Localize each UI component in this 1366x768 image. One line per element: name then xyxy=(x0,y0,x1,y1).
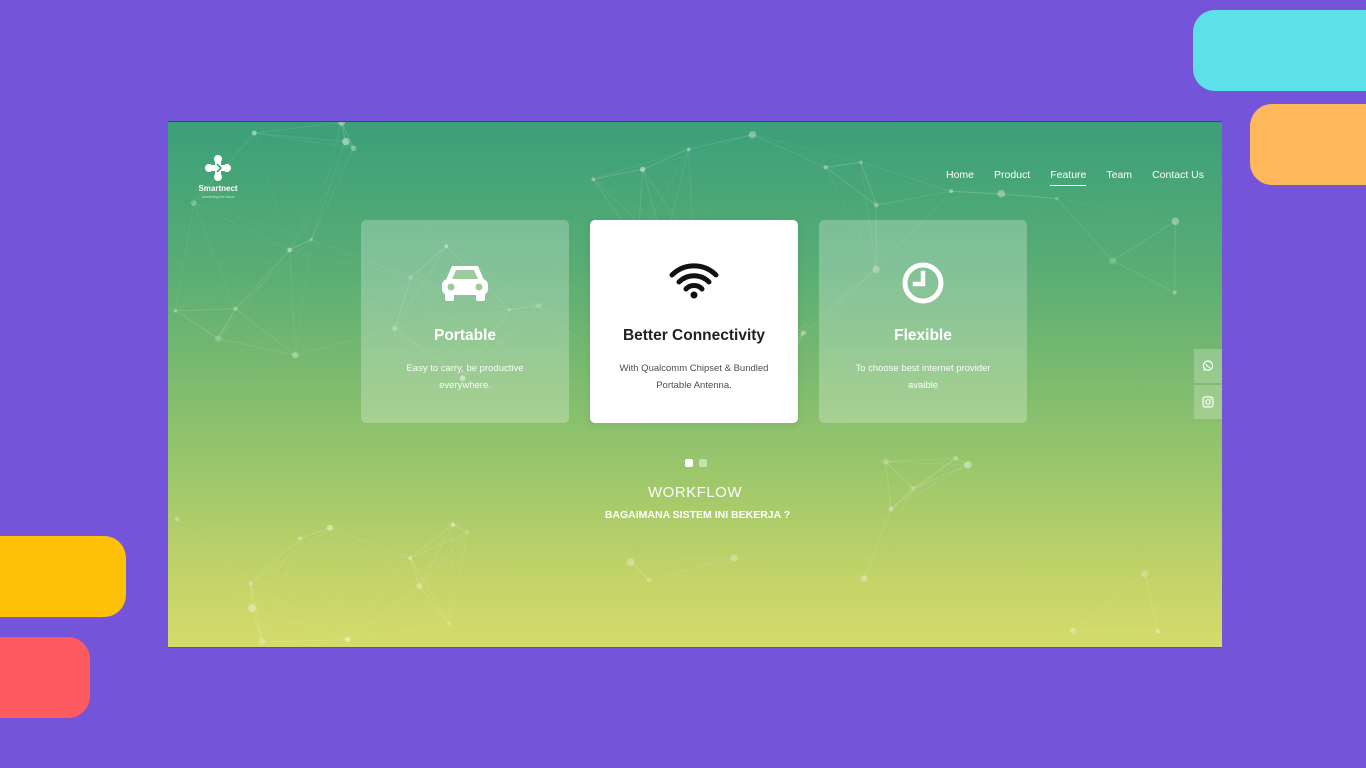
decorative-yellow-shape xyxy=(0,536,126,617)
nav-contact-us[interactable]: Contact Us xyxy=(1142,168,1214,186)
feature-card-flexible[interactable]: Flexible To choose best internet provide… xyxy=(819,220,1027,423)
whatsapp-icon xyxy=(1202,360,1214,371)
workflow-subtitle: BAGAIMANA SISTEM INI BEKERJA ? xyxy=(604,509,791,521)
nav-product[interactable]: Product xyxy=(984,168,1040,186)
nav-home[interactable]: Home xyxy=(936,168,984,186)
feature-description: Easy to carry, be productive everywhere. xyxy=(406,363,524,391)
nav-feature[interactable]: Feature xyxy=(1040,168,1096,186)
clock-icon xyxy=(902,262,944,304)
website-screenshot: Smartnect connecting the future Home Pro… xyxy=(168,121,1222,648)
feature-title: Better Connectivity xyxy=(622,327,766,344)
decorative-orange-shape xyxy=(1250,104,1366,185)
carousel-dot-2[interactable] xyxy=(699,459,707,467)
car-icon xyxy=(442,266,488,301)
carousel-dot-1[interactable] xyxy=(685,459,693,467)
logo-tagline: connecting the future xyxy=(201,195,235,199)
workflow-title: WORKFLOW xyxy=(648,484,742,501)
feature-card-connectivity[interactable]: Better Connectivity With Qualcomm Chipse… xyxy=(590,220,798,423)
feature-description: With Qualcomm Chipset & Bundled Portable… xyxy=(619,363,769,391)
feature-card-portable[interactable]: Portable Easy to carry, be productive ev… xyxy=(361,220,569,423)
wifi-icon xyxy=(669,263,719,299)
site-logo[interactable]: Smartnect connecting the future xyxy=(192,154,244,199)
feature-description: To choose best internet provider avaible xyxy=(855,363,991,391)
decorative-cyan-shape xyxy=(1193,10,1366,91)
feature-title: Portable xyxy=(433,327,496,344)
main-nav: Home Product Feature Team Contact Us xyxy=(936,168,1214,186)
feature-title: Flexible xyxy=(894,327,952,344)
smartnect-logo-icon xyxy=(205,155,231,181)
instagram-icon xyxy=(1202,396,1214,408)
instagram-button[interactable] xyxy=(1194,385,1222,419)
nav-team[interactable]: Team xyxy=(1096,168,1142,186)
decorative-red-shape xyxy=(0,637,90,718)
carousel-dots xyxy=(685,459,707,467)
whatsapp-button[interactable] xyxy=(1194,349,1222,383)
logo-name: Smartnect xyxy=(198,184,238,193)
